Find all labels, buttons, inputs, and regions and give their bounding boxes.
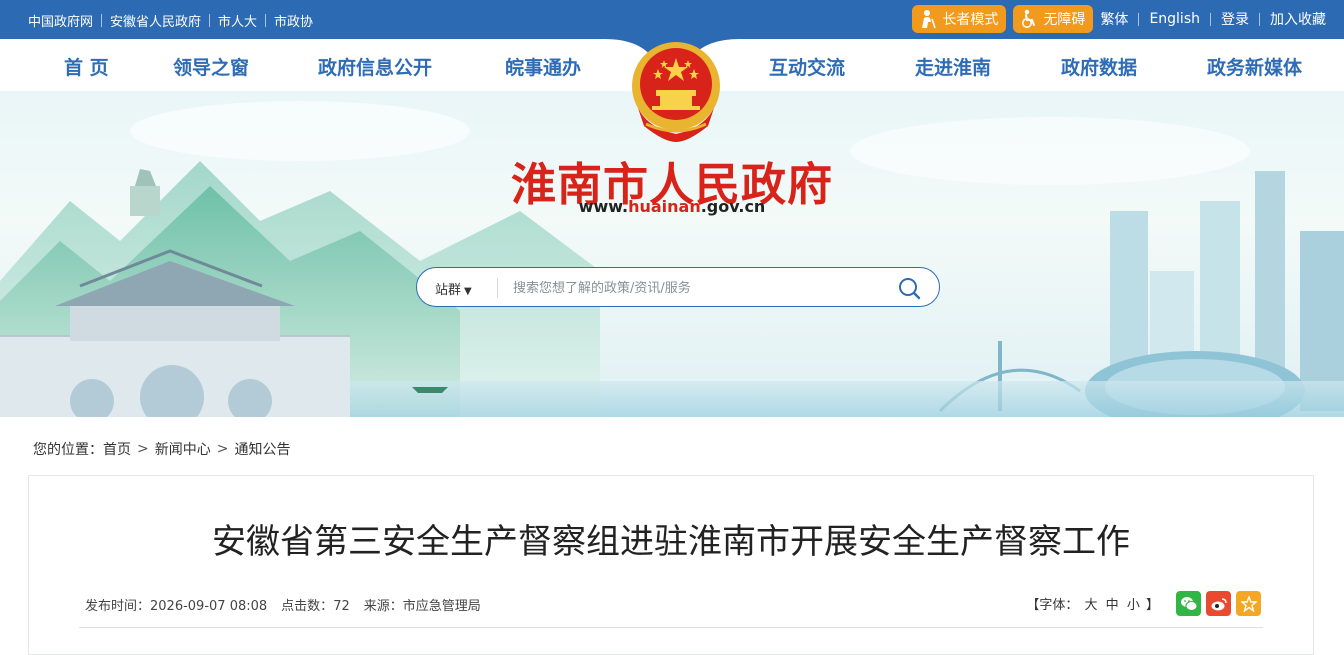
wheelchair-icon bbox=[1022, 9, 1036, 28]
article-source: 来源：市应急管理局 bbox=[364, 595, 481, 614]
nav-about-huainan[interactable]: 走进淮南 bbox=[915, 53, 991, 80]
meta-divider bbox=[79, 627, 1263, 628]
divider bbox=[209, 14, 211, 27]
top-right-tools: 长者模式 无障碍 繁体 English 登录 加入收藏 bbox=[912, 5, 1326, 33]
click-count-value: 72 bbox=[333, 599, 350, 614]
article-title: 安徽省第三安全生产督察组进驻淮南市开展安全生产督察工作 bbox=[212, 522, 1130, 562]
source-value: 市应急管理局 bbox=[402, 599, 481, 614]
link-city-cppcc[interactable]: 市政协 bbox=[274, 11, 313, 30]
publish-time-value: 2026-09-07 08:08 bbox=[150, 599, 268, 614]
elder-mode-label: 长者模式 bbox=[942, 12, 999, 28]
breadcrumb-separator: > bbox=[137, 441, 149, 457]
breadcrumb-separator: > bbox=[216, 441, 229, 457]
font-size-large[interactable]: 大 bbox=[1085, 598, 1098, 613]
click-count-label: 点击数： bbox=[281, 599, 334, 614]
search-input[interactable] bbox=[513, 276, 873, 300]
nav-leaders[interactable]: 领导之窗 bbox=[173, 53, 249, 80]
share-wechat-button[interactable] bbox=[1176, 591, 1201, 616]
font-size-label: 【字体： bbox=[1026, 598, 1079, 613]
english-link[interactable]: English bbox=[1149, 11, 1200, 27]
search-scope-label: 站群 bbox=[435, 283, 462, 298]
divider bbox=[1138, 12, 1140, 26]
nav-gov-info[interactable]: 政府信息公开 bbox=[318, 53, 432, 80]
font-size-end: 】 bbox=[1145, 598, 1159, 613]
divider bbox=[265, 14, 267, 27]
article-panel: 安徽省第三安全生产督察组进驻淮南市开展安全生产督察工作 发布时间：2026-09… bbox=[28, 475, 1314, 655]
nav-services[interactable]: 皖事通办 bbox=[505, 53, 581, 80]
divider bbox=[1259, 12, 1260, 26]
weibo-icon bbox=[1211, 597, 1227, 610]
link-gov-cn[interactable]: 中国政府网 bbox=[28, 11, 93, 30]
add-favorite-button[interactable] bbox=[1236, 591, 1261, 616]
site-url: www.huainan.gov.cn bbox=[0, 197, 1344, 216]
link-anhui-gov[interactable]: 安徽省人民政府 bbox=[110, 11, 201, 30]
link-city-npc[interactable]: 市人大 bbox=[218, 11, 257, 30]
url-highlight: huainan bbox=[628, 197, 701, 216]
breadcrumb-notices[interactable]: 通知公告 bbox=[234, 439, 290, 459]
chevron-down-icon: ▼ bbox=[464, 286, 472, 297]
traditional-chinese-link[interactable]: 繁体 bbox=[1100, 9, 1128, 29]
breadcrumb-prefix: 您的位置： bbox=[33, 442, 103, 458]
font-size-medium[interactable]: 中 bbox=[1106, 598, 1119, 613]
accessibility-label: 无障碍 bbox=[1043, 12, 1086, 28]
font-size-switcher: 【字体： 大 中 小 】 bbox=[1026, 594, 1159, 613]
elder-mode-button[interactable]: 长者模式 bbox=[912, 5, 1007, 33]
nav-home[interactable]: 首 页 bbox=[64, 53, 109, 80]
search-divider bbox=[497, 278, 498, 298]
national-emblem bbox=[632, 42, 720, 142]
url-suffix: .gov.cn bbox=[700, 197, 766, 216]
font-size-small[interactable]: 小 bbox=[1127, 598, 1140, 613]
search-scope-select[interactable]: 站群 ▼ bbox=[435, 279, 472, 298]
wechat-icon bbox=[1180, 596, 1197, 611]
breadcrumb: 您的位置： 首页 > 新闻中心 > 通知公告 bbox=[33, 439, 290, 459]
nav-new-media[interactable]: 政务新媒体 bbox=[1207, 53, 1302, 80]
publish-time: 发布时间：2026-09-07 08:08 bbox=[85, 595, 267, 614]
top-bar: 中国政府网 安徽省人民政府 市人大 市政协 长者模式 无障碍 繁体 Englis bbox=[0, 0, 1344, 39]
favorite-icon bbox=[1240, 595, 1257, 612]
publish-time-label: 发布时间： bbox=[85, 599, 151, 614]
url-prefix: www. bbox=[578, 197, 629, 216]
top-links: 中国政府网 安徽省人民政府 市人大 市政协 bbox=[28, 11, 313, 30]
breadcrumb-home[interactable]: 首页 bbox=[103, 439, 131, 459]
search-bar: 站群 ▼ bbox=[416, 267, 940, 307]
article-tools: 【字体： 大 中 小 】 bbox=[1026, 591, 1261, 616]
accessibility-button[interactable]: 无障碍 bbox=[1013, 5, 1094, 33]
source-label: 来源： bbox=[363, 599, 403, 614]
click-count: 点击数：72 bbox=[281, 595, 350, 614]
elder-icon bbox=[922, 10, 937, 29]
divider bbox=[1210, 12, 1211, 26]
bookmark-link[interactable]: 加入收藏 bbox=[1270, 9, 1326, 29]
breadcrumb-news-center[interactable]: 新闻中心 bbox=[155, 439, 211, 459]
nav-interaction[interactable]: 互动交流 bbox=[769, 53, 845, 80]
divider bbox=[101, 14, 103, 27]
login-link[interactable]: 登录 bbox=[1221, 9, 1249, 29]
search-icon[interactable] bbox=[897, 276, 921, 300]
nav-gov-data[interactable]: 政府数据 bbox=[1061, 53, 1137, 80]
article-meta: 发布时间：2026-09-07 08:08 点击数：72 来源：市应急管理局 bbox=[85, 595, 495, 614]
share-weibo-button[interactable] bbox=[1206, 591, 1231, 616]
